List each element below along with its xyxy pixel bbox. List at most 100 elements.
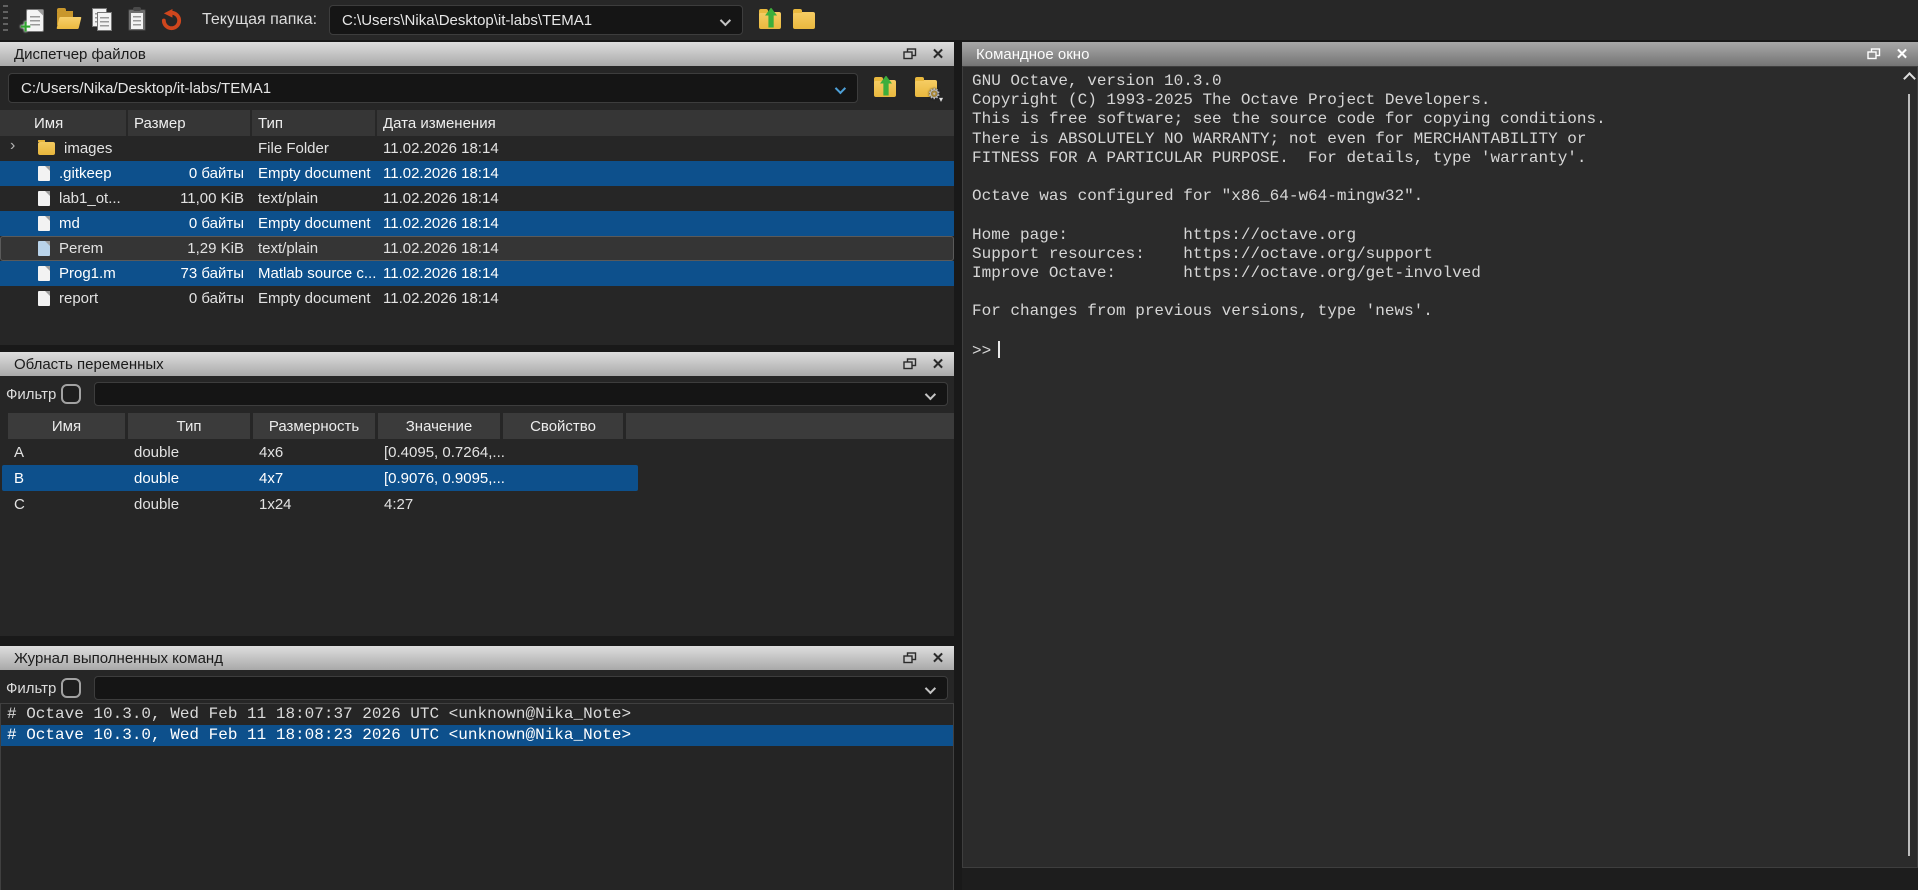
console-output[interactable]: GNU Octave, version 10.3.0 Copyright (C)… (972, 72, 1897, 863)
file-name-cell: .gitkeep (0, 165, 128, 182)
panel-title: Область переменных (14, 356, 892, 373)
expander-icon[interactable]: › (10, 140, 15, 155)
console-line: For changes from previous versions, type… (972, 302, 1897, 321)
chevron-down-icon (925, 683, 936, 694)
toolbar-drag-handle[interactable] (3, 5, 8, 35)
current-folder-combobox[interactable]: C:\Users\Nika\Desktop\it-labs\TEMA1 (329, 5, 743, 35)
var-type-cell: double (130, 470, 255, 487)
console-line: Octave was configured for "x86_64-w64-mi… (972, 187, 1897, 206)
close-icon: ✕ (932, 651, 945, 666)
dropdown-triangle-icon: ▾ (939, 96, 943, 104)
file-icon (38, 216, 50, 231)
close-button[interactable]: ✕ (928, 649, 948, 667)
file-date-cell: 11.02.2026 18:14 (377, 265, 954, 282)
folder-up-icon (759, 12, 781, 29)
file-row[interactable]: lab1_ot... 11,00 KiB text/plain 11.02.20… (0, 186, 954, 211)
scrollbar-thumb[interactable] (1908, 94, 1910, 856)
column-header-type[interactable]: Тип (252, 110, 377, 136)
close-icon: ✕ (932, 47, 945, 62)
folder-up-button[interactable] (753, 4, 787, 36)
close-button[interactable]: ✕ (928, 355, 948, 373)
variable-row[interactable]: B double 4x7 [0.9076, 0.9095,... (2, 465, 638, 491)
open-file-button[interactable] (52, 4, 86, 36)
new-script-button[interactable]: + (18, 4, 52, 36)
file-row[interactable]: Perem 1,29 KiB text/plain 11.02.2026 18:… (0, 236, 954, 261)
file-name: md (59, 215, 80, 232)
var-type-cell: double (130, 444, 255, 461)
scroll-up-icon[interactable] (1903, 71, 1914, 82)
file-name: lab1_ot... (59, 190, 121, 207)
column-header-name[interactable]: Имя (0, 110, 128, 136)
file-type-cell: Empty document (252, 290, 377, 307)
command-window-body[interactable]: GNU Octave, version 10.3.0 Copyright (C)… (962, 66, 1918, 868)
file-name-cell: Prog1.m (0, 265, 128, 282)
paste-button[interactable] (120, 4, 154, 36)
close-button[interactable]: ✕ (1892, 45, 1912, 63)
column-header-date[interactable]: Дата изменения (377, 110, 954, 136)
file-row[interactable]: report 0 байты Empty document 11.02.2026… (0, 286, 954, 311)
command-history-titlebar: Журнал выполненных команд ✕ (0, 646, 954, 670)
left-dock-area: Диспетчер файлов ✕ C:/Users/Nika/Desktop… (0, 40, 954, 890)
undock-button[interactable] (900, 45, 920, 63)
vertical-scrollbar[interactable] (1901, 68, 1916, 868)
filter-checkbox[interactable] (61, 384, 81, 404)
file-type-cell: text/plain (252, 190, 377, 207)
column-header-value[interactable]: Значение (378, 413, 503, 439)
undock-button[interactable] (900, 355, 920, 373)
browse-folder-button[interactable] (787, 4, 821, 36)
history-list: # Octave 10.3.0, Wed Feb 11 18:07:37 202… (0, 703, 954, 890)
console-line (972, 283, 1897, 302)
history-filter-row: Фильтр (0, 675, 954, 701)
folder-up-button[interactable] (871, 76, 899, 100)
filter-combobox[interactable] (94, 382, 948, 406)
chevron-down-icon (720, 15, 731, 26)
file-icon (38, 241, 50, 256)
file-name-cell: › images (0, 140, 128, 157)
undo-button[interactable] (154, 4, 188, 36)
file-name-cell: Perem (0, 240, 128, 257)
copy-icon (92, 9, 114, 31)
file-browser-panel: Диспетчер файлов ✕ C:/Users/Nika/Desktop… (0, 42, 954, 345)
file-table-body: › images File Folder 11.02.2026 18:14 .g… (0, 136, 954, 311)
folder-icon (38, 142, 55, 155)
column-header-type[interactable]: Тип (128, 413, 253, 439)
close-button[interactable]: ✕ (928, 45, 948, 63)
file-name: images (64, 140, 112, 157)
command-window-footer (962, 868, 1918, 890)
folder-actions-button[interactable]: ⚙ ▾ (912, 76, 940, 100)
folder-icon (793, 12, 815, 29)
undock-button[interactable] (900, 649, 920, 667)
column-header-dims[interactable]: Размерность (253, 413, 378, 439)
file-row[interactable]: Prog1.m 73 байты Matlab source c... 11.0… (0, 261, 954, 286)
paste-icon (128, 9, 146, 31)
file-size-cell: 73 байты (128, 265, 252, 282)
var-type-cell: double (130, 496, 255, 513)
column-header-attr[interactable]: Свойство (503, 413, 626, 439)
console-line: There is ABSOLUTELY NO WARRANTY; not eve… (972, 130, 1897, 149)
console-line: FITNESS FOR A PARTICULAR PURPOSE. For de… (972, 149, 1897, 168)
filter-checkbox[interactable] (61, 678, 81, 698)
file-row[interactable]: md 0 байты Empty document 11.02.2026 18:… (0, 211, 954, 236)
history-entry[interactable]: # Octave 10.3.0, Wed Feb 11 18:07:37 202… (1, 704, 953, 725)
workspace-table-header: Имя Тип Размерность Значение Свойство (0, 413, 954, 439)
undock-button[interactable] (1864, 45, 1884, 63)
console-line (972, 168, 1897, 187)
file-row[interactable]: .gitkeep 0 байты Empty document 11.02.20… (0, 161, 954, 186)
column-header-name[interactable]: Имя (8, 413, 128, 439)
copy-button[interactable] (86, 4, 120, 36)
console-line: Improve Octave: https://octave.org/get-i… (972, 264, 1897, 283)
current-folder-label: Текущая папка: (202, 11, 317, 29)
variable-row[interactable]: A double 4x6 [0.4095, 0.7264,... (2, 439, 638, 465)
file-icon (38, 166, 50, 181)
column-header-size[interactable]: Размер (128, 110, 252, 136)
file-path-combobox[interactable]: C:/Users/Nika/Desktop/it-labs/TEMA1 (8, 73, 858, 103)
file-type-cell: Empty document (252, 215, 377, 232)
file-name: Prog1.m (59, 265, 116, 282)
filter-combobox[interactable] (94, 676, 948, 700)
undock-icon (1867, 48, 1881, 60)
variable-row[interactable]: C double 1x24 4:27 (2, 491, 638, 517)
history-entry[interactable]: # Octave 10.3.0, Wed Feb 11 18:08:23 202… (1, 725, 953, 746)
command-window-panel: Командное окно ✕ GNU Octave, version 10.… (962, 42, 1918, 890)
new-script-icon: + (27, 10, 43, 31)
file-row[interactable]: › images File Folder 11.02.2026 18:14 (0, 136, 954, 161)
